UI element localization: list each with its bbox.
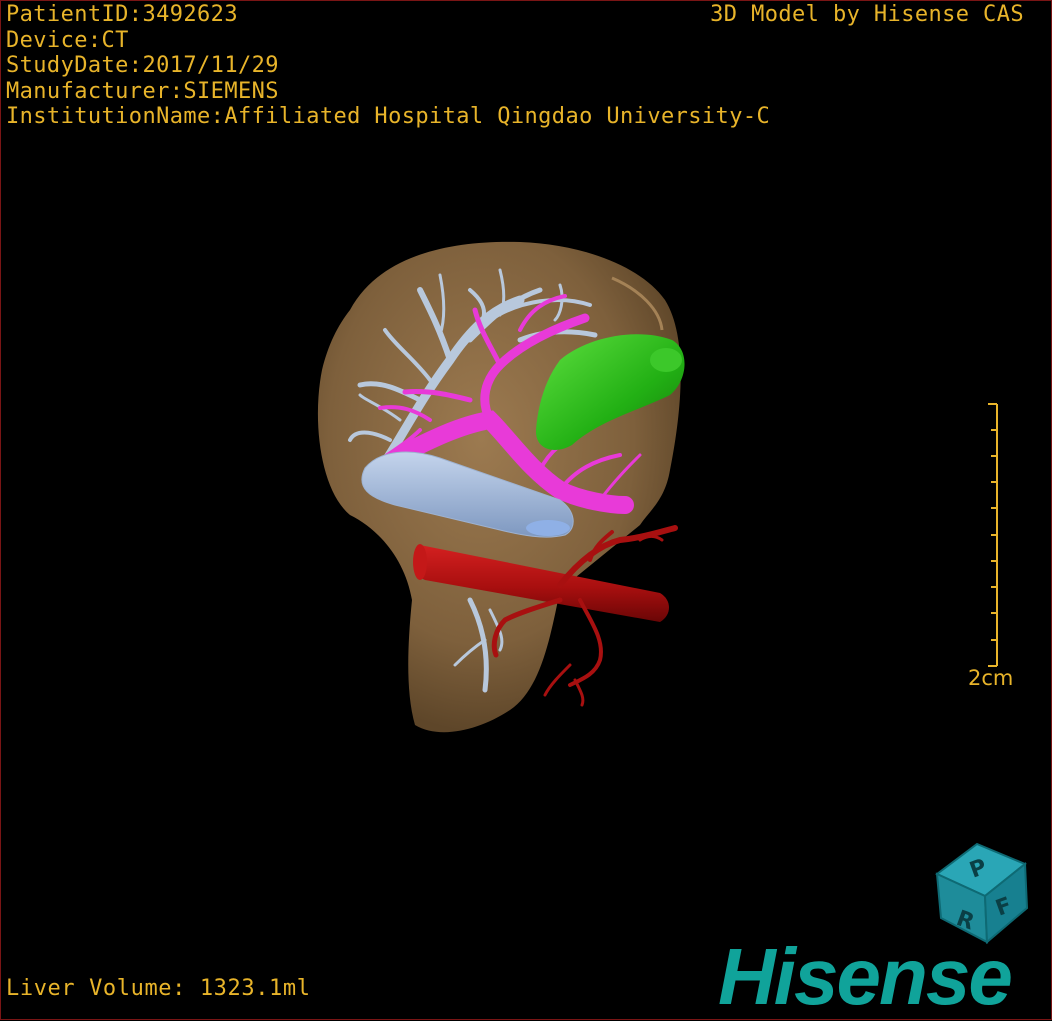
scale-bar [988, 403, 998, 667]
study-date: StudyDate:2017/11/29 [6, 53, 279, 78]
manufacturer: Manufacturer:SIEMENS [6, 78, 279, 104]
patient-id: PatientID:3492623 [6, 2, 238, 27]
institution-name: InstitutionName:Affiliated Hospital Qing… [6, 104, 771, 129]
scale-bar-label: 2cm [968, 666, 1014, 690]
device: Device:CT [6, 27, 129, 53]
3d-model-viewport[interactable]: P R F [0, 0, 1052, 1020]
orientation-cube-icon[interactable]: P R F [935, 842, 1029, 945]
patient-info-overlay: PatientID:3492623 Device:CT StudyDate:20… [6, 2, 770, 130]
liver-volume: Liver Volume: 1323.1ml [6, 976, 311, 1001]
model-credit: 3D Model by Hisense CAS [710, 2, 1024, 27]
hisense-logo: Hisense [718, 932, 1013, 1021]
